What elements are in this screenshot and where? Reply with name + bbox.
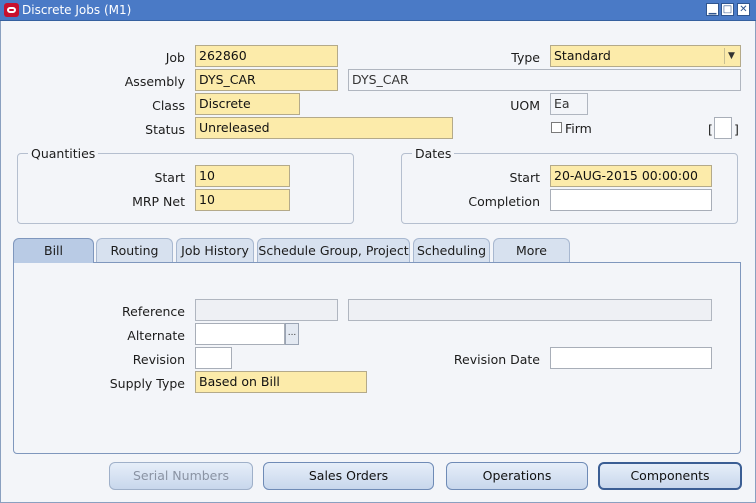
revision-label: Revision [132,352,185,367]
quantity-start-label: Start [154,170,185,185]
operations-button[interactable]: Operations [446,462,588,490]
assembly-description-field[interactable]: DYS_CAR [348,69,741,91]
job-label: Job [165,50,185,65]
type-value: Standard [554,48,611,63]
completion-field[interactable] [550,189,712,211]
firm-checkbox[interactable] [551,122,562,133]
quantities-title: Quantities [28,146,99,161]
components-button[interactable]: Components [598,462,742,490]
chevron-down-icon[interactable]: ▼ [724,48,738,64]
dates-title: Dates [412,146,455,161]
revision-date-field[interactable] [550,347,712,369]
assembly-field[interactable]: DYS_CAR [195,69,338,91]
tab-scheduling[interactable]: Scheduling [413,238,490,262]
reference-field[interactable] [195,299,338,321]
type-select[interactable]: Standard ▼ [550,45,741,67]
status-field[interactable]: Unreleased [195,117,453,139]
completion-label: Completion [468,194,540,209]
flex-field-close-bracket: ] [734,122,739,137]
sales-orders-button[interactable]: Sales Orders [263,462,434,490]
supply-type-field[interactable]: Based on Bill [195,371,367,393]
tab-routing[interactable]: Routing [96,238,173,262]
mrp-net-label: MRP Net [132,194,185,209]
type-label: Type [511,50,540,65]
tab-bill[interactable]: Bill [13,238,94,263]
tab-job-history[interactable]: Job History [176,238,254,262]
tab-more[interactable]: More [493,238,570,262]
assembly-label: Assembly [124,74,185,89]
flex-field-open-bracket: [ [708,122,713,137]
oracle-logo-icon [4,3,19,17]
window-title: Discrete Jobs (M1) [22,3,132,17]
job-field[interactable]: 262860 [195,45,338,67]
close-button[interactable]: ✕ [737,3,750,16]
tab-schedule-group-project[interactable]: Schedule Group, Project [257,238,410,262]
window-title-bar[interactable]: Discrete Jobs (M1) ▁ □ ✕ [0,0,756,21]
class-label: Class [152,98,185,113]
minimize-button[interactable]: ▁ [706,3,719,16]
firm-label: Firm [565,121,592,136]
status-label: Status [145,122,185,137]
alternate-label: Alternate [127,328,185,343]
date-start-field[interactable]: 20-AUG-2015 00:00:00 [550,165,712,187]
serial-numbers-button[interactable]: Serial Numbers [109,462,253,490]
alternate-field[interactable] [195,323,285,345]
descriptive-flexfield[interactable] [714,117,732,139]
reference-label: Reference [122,304,185,319]
uom-label: UOM [510,98,540,113]
revision-field[interactable] [195,347,232,369]
revision-date-label: Revision Date [453,352,540,367]
supply-type-label: Supply Type [109,376,185,391]
maximize-button[interactable]: □ [721,3,734,16]
quantity-start-field[interactable]: 10 [195,165,290,187]
class-field[interactable]: Discrete [195,93,300,115]
list-of-values-button[interactable]: ... [285,323,299,345]
uom-field[interactable]: Ea [550,93,588,115]
mrp-net-field[interactable]: 10 [195,189,290,211]
reference-description-field[interactable] [348,299,712,321]
quantities-group [17,153,354,224]
date-start-label: Start [509,170,540,185]
